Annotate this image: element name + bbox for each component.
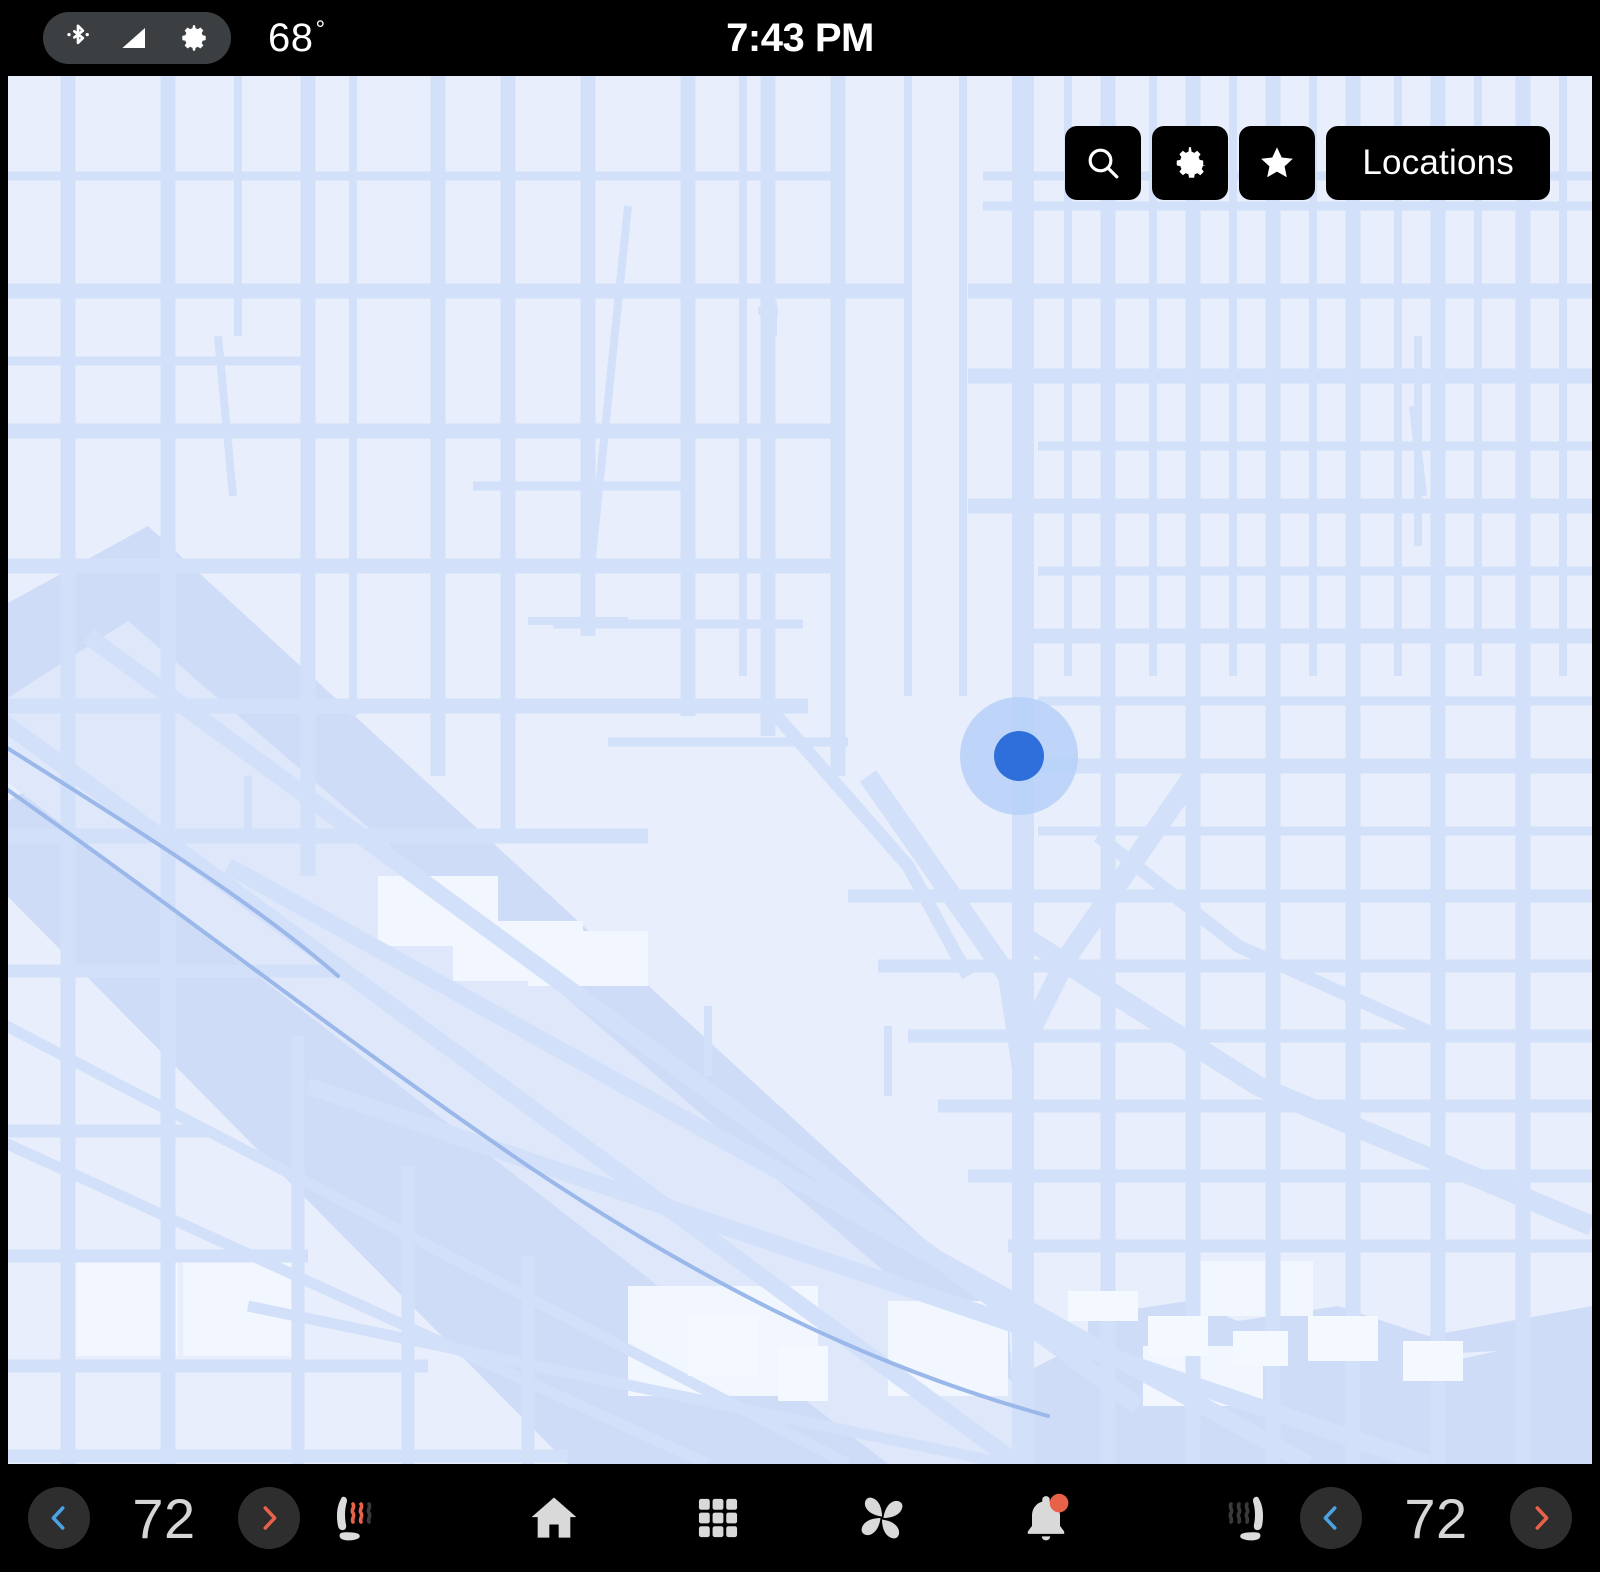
infotainment-screen: Locations 68 ° 7:43 PM 72 72 (0, 0, 1600, 1572)
locations-button[interactable]: Locations (1326, 126, 1550, 200)
app-grid-icon (698, 1498, 738, 1538)
current-location-marker (960, 697, 1078, 815)
map-canvas[interactable] (8, 76, 1592, 1464)
climate-button[interactable] (843, 1479, 921, 1557)
home-icon (531, 1497, 577, 1538)
passenger-climate-control: 72 (1300, 1486, 1572, 1551)
apps-button[interactable] (679, 1479, 757, 1557)
star-icon (1261, 147, 1294, 178)
map-vector (8, 76, 1592, 1464)
passenger-temp-decrease-button[interactable] (1300, 1487, 1362, 1549)
location-dot (994, 731, 1044, 781)
bottom-nav-bar: 72 72 (0, 1464, 1600, 1572)
fan-icon (861, 1497, 903, 1539)
chevron-right-icon (1535, 1506, 1549, 1530)
home-button[interactable] (515, 1479, 593, 1557)
notification-badge (1049, 1493, 1069, 1513)
bell-icon (1027, 1493, 1069, 1541)
chevron-left-icon (1323, 1506, 1337, 1530)
passenger-temp-increase-button[interactable] (1510, 1487, 1572, 1549)
heated-seat-icon (1228, 1496, 1264, 1541)
clock: 7:43 PM (726, 15, 874, 60)
favorites-button[interactable] (1239, 126, 1316, 200)
search-icon (1088, 148, 1119, 179)
notifications-button[interactable] (1007, 1479, 1085, 1557)
status-bar: 68 ° 7:43 PM (0, 0, 1600, 76)
map-settings-button[interactable] (1152, 126, 1229, 200)
passenger-temperature-value: 72 (1404, 1486, 1468, 1550)
passenger-seat-heater-button[interactable] (1212, 1479, 1290, 1557)
gear-icon (1177, 147, 1207, 178)
map-control-bar: Locations (1065, 126, 1550, 200)
search-button[interactable] (1065, 126, 1142, 200)
